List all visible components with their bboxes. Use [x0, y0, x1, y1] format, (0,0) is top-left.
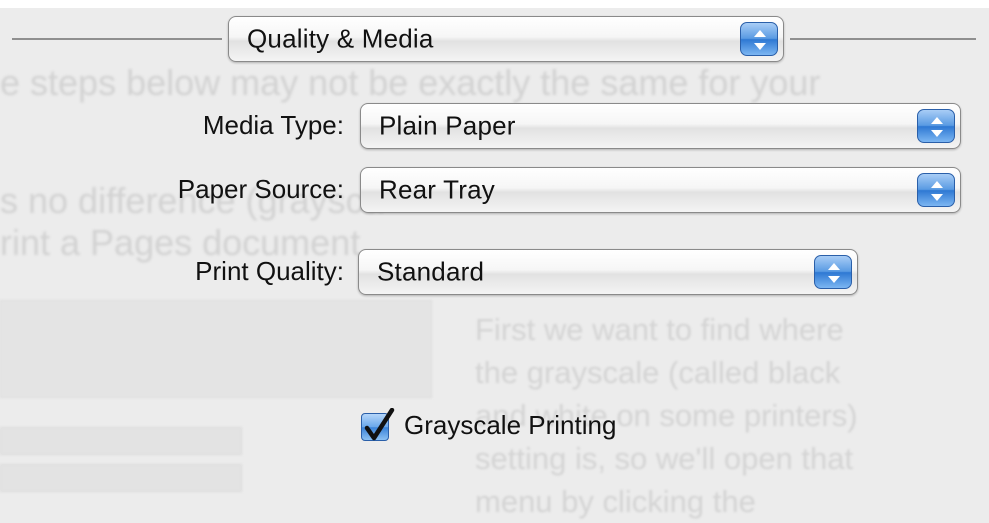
print-quality-value: Standard [377, 256, 485, 287]
media-type-popup[interactable]: Plain Paper [360, 103, 961, 149]
popup-arrows-icon [740, 22, 778, 56]
print-quality-popup[interactable]: Standard [358, 249, 858, 295]
background-text-line: menu by clicking the [475, 484, 756, 519]
background-text-line: First we want to find where [475, 312, 844, 347]
background-field [0, 427, 242, 455]
popup-arrows-icon [917, 173, 955, 207]
separator-right [790, 38, 976, 40]
checkmark-icon [364, 408, 395, 441]
paper-source-value: Rear Tray [379, 174, 495, 205]
print-quality-label: Print Quality: [195, 256, 344, 286]
media-type-value: Plain Paper [379, 110, 516, 141]
paper-source-popup[interactable]: Rear Tray [360, 167, 961, 213]
paper-source-label: Paper Source: [177, 174, 344, 204]
top-edge [0, 0, 989, 8]
media-type-label: Media Type: [202, 110, 344, 140]
grayscale-checkbox[interactable] [361, 408, 395, 441]
section-popup[interactable]: Quality & Media [228, 16, 784, 62]
grayscale-label[interactable]: Grayscale Printing [404, 410, 616, 441]
background-field [0, 464, 242, 492]
popup-arrows-icon [917, 109, 955, 143]
background-screenshot-panel [0, 300, 432, 398]
background-text-line: setting is, so we'll open that [475, 441, 854, 476]
separator-left [12, 38, 222, 40]
popup-arrows-icon [814, 255, 852, 289]
background-text-line: the grayscale (called black [475, 355, 841, 390]
section-popup-value: Quality & Media [247, 23, 434, 54]
background-text-line: e steps below may not be exactly the sam… [0, 62, 821, 103]
